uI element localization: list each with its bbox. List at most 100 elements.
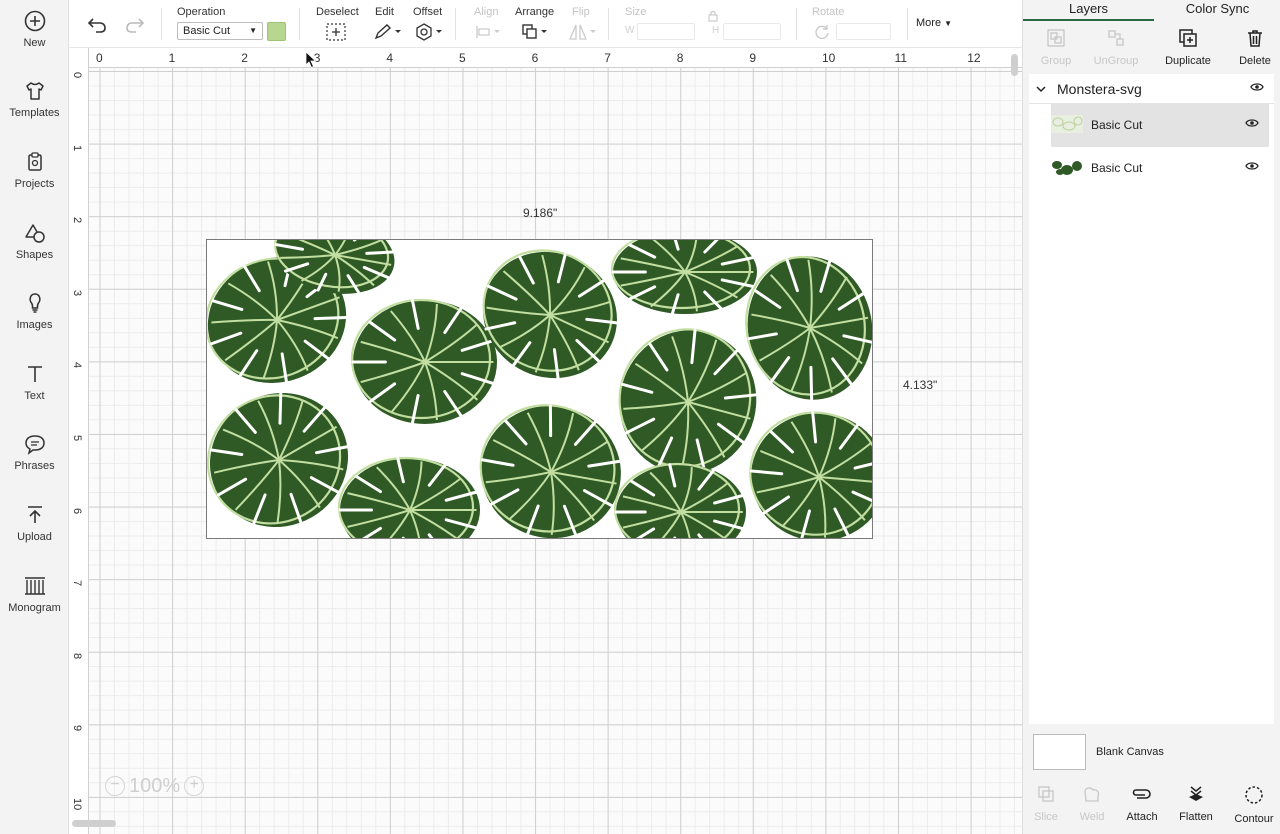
design-space-app: New Templates Projects Shapes Images Tex… <box>0 0 1280 834</box>
flip-label: Flip <box>572 6 590 18</box>
blank-canvas-row[interactable]: Blank Canvas <box>1033 734 1273 772</box>
sidebar-item-label: Templates <box>9 107 60 119</box>
mouse-cursor-icon <box>305 51 317 69</box>
ruler-tick-label: 8 <box>71 652 83 659</box>
flip-icon[interactable] <box>568 23 598 41</box>
ruler-tick-label: 0 <box>96 51 103 65</box>
sidebar-item-upload[interactable]: Upload <box>0 504 69 564</box>
flatten-button[interactable]: Flatten <box>1169 784 1223 823</box>
sidebar-item-text[interactable]: Text <box>0 363 69 423</box>
horizontal-scrollbar[interactable] <box>72 820 116 827</box>
pencil-icon[interactable] <box>373 23 403 41</box>
align-icon[interactable] <box>474 24 502 40</box>
ungroup-button[interactable]: UnGroup <box>1083 28 1149 67</box>
duplicate-label: Duplicate <box>1165 55 1211 67</box>
operation-select[interactable]: Basic Cut ▼ <box>177 22 263 40</box>
attach-button[interactable]: Attach <box>1115 784 1169 823</box>
redo-icon[interactable] <box>124 15 146 35</box>
panel-tabs: Layers Color Sync <box>1023 0 1280 21</box>
ruler-tick-label: 10 <box>822 51 836 65</box>
height-input[interactable] <box>723 23 781 40</box>
sidebar-item-label: Images <box>16 319 53 331</box>
zoom-control: − 100% + <box>105 773 205 799</box>
sidebar-item-label: Monogram <box>8 602 61 614</box>
group-button[interactable]: Group <box>1023 28 1089 67</box>
ruler-tick-label: 7 <box>71 580 83 587</box>
sidebar-item-label: Phrases <box>14 460 55 472</box>
weld-button[interactable]: Weld <box>1065 784 1119 823</box>
sidebar-item-monogram[interactable]: Monogram <box>0 575 69 635</box>
toolbar-divider <box>161 8 162 40</box>
contour-button[interactable]: Contour <box>1227 784 1280 825</box>
ruler-tick-label: 2 <box>71 217 83 224</box>
canvas-label: Blank Canvas <box>1096 746 1164 758</box>
speech-bubble-icon <box>24 435 45 455</box>
eye-icon[interactable] <box>1245 161 1259 171</box>
upload-icon <box>27 506 42 523</box>
sidebar-item-projects[interactable]: Projects <box>0 151 69 211</box>
operation-label: Operation <box>177 6 226 18</box>
rotate-input[interactable] <box>836 23 891 40</box>
toolbar-divider <box>608 8 609 40</box>
sidebar-item-phrases[interactable]: Phrases <box>0 433 69 493</box>
caret-down-icon: ▼ <box>944 19 953 28</box>
sidebar-item-new[interactable]: New <box>0 10 69 70</box>
weld-icon <box>1084 787 1100 802</box>
group-icon <box>1047 29 1065 47</box>
chevron-down-icon[interactable] <box>1035 84 1047 94</box>
toolbar-divider <box>796 8 797 40</box>
contour-label: Contour <box>1234 813 1274 825</box>
ruler-tick-label: 9 <box>71 725 83 732</box>
layer-row[interactable]: Basic Cut <box>1051 104 1269 147</box>
vertical-scrollbar[interactable] <box>1011 54 1018 76</box>
arrange-icon[interactable] <box>521 23 549 41</box>
ruler-horizontal: 0 1 2 3 4 5 6 7 8 9 10 11 12 <box>69 48 1022 68</box>
rotate-icon[interactable] <box>813 23 831 41</box>
tab-label: Color Sync <box>1185 1 1250 16</box>
more-label: More <box>916 17 942 29</box>
flatten-label: Flatten <box>1179 811 1213 823</box>
offset-icon[interactable] <box>415 23 445 41</box>
delete-button[interactable]: Delete <box>1222 28 1280 67</box>
design-canvas[interactable]: 0 1 2 3 4 5 6 7 8 9 10 11 12 0 1 2 3 4 5 6 7 8 9 10 9.186" 4.1… <box>69 48 1022 834</box>
width-dimension-label: 9.186" <box>523 206 558 220</box>
toolbar-divider <box>907 8 908 40</box>
tab-layers[interactable]: Layers <box>1023 0 1154 21</box>
zoom-out-button[interactable]: − <box>105 776 125 796</box>
ruler-tick-label: 12 <box>967 51 981 65</box>
layer-name: Basic Cut <box>1091 118 1143 132</box>
tab-color-sync[interactable]: Color Sync <box>1154 0 1280 21</box>
undo-icon[interactable] <box>86 15 108 35</box>
lock-icon[interactable] <box>707 10 719 22</box>
attach-label: Attach <box>1126 811 1158 823</box>
layers-panel: Layers Color Sync Group UnGroup Duplicat… <box>1022 0 1280 834</box>
zoom-in-button[interactable]: + <box>184 776 205 796</box>
ruler-tick-label: 6 <box>531 51 539 65</box>
eye-icon[interactable] <box>1245 118 1259 128</box>
width-input[interactable] <box>637 23 695 40</box>
operation-color-swatch[interactable] <box>267 22 286 41</box>
sidebar-item-templates[interactable]: Templates <box>0 80 69 140</box>
tshirt-icon <box>25 82 44 100</box>
ruler-tick-label: 1 <box>71 144 83 151</box>
layer-row[interactable]: Basic Cut <box>1051 147 1269 190</box>
top-toolbar: Operation Basic Cut ▼ Deselect Edit Offs… <box>69 0 1022 48</box>
sidebar-item-images[interactable]: Images <box>0 292 69 352</box>
layer-group-row[interactable]: Monstera-svg <box>1029 74 1274 104</box>
duplicate-button[interactable]: Duplicate <box>1155 28 1221 67</box>
deselect-icon[interactable] <box>325 22 347 42</box>
align-label: Align <box>474 6 499 18</box>
layers-list: Monstera-svg Basic Cut Basic Cut <box>1029 74 1274 724</box>
ungroup-label: UnGroup <box>1093 55 1139 67</box>
monstera-design-group[interactable] <box>206 239 873 539</box>
sidebar-item-shapes[interactable]: Shapes <box>0 222 69 282</box>
monstera-leaf <box>337 456 480 538</box>
ruler-tick-label: 7 <box>604 51 611 65</box>
more-menu-button[interactable]: More ▼ <box>916 17 952 29</box>
zoom-level: 100% <box>129 774 181 797</box>
eye-icon[interactable] <box>1250 82 1264 92</box>
monogram-icon <box>24 577 45 595</box>
monstera-leaf <box>610 240 757 315</box>
left-sidebar: New Templates Projects Shapes Images Tex… <box>0 0 69 834</box>
chevron-down-icon: ▼ <box>249 26 257 35</box>
